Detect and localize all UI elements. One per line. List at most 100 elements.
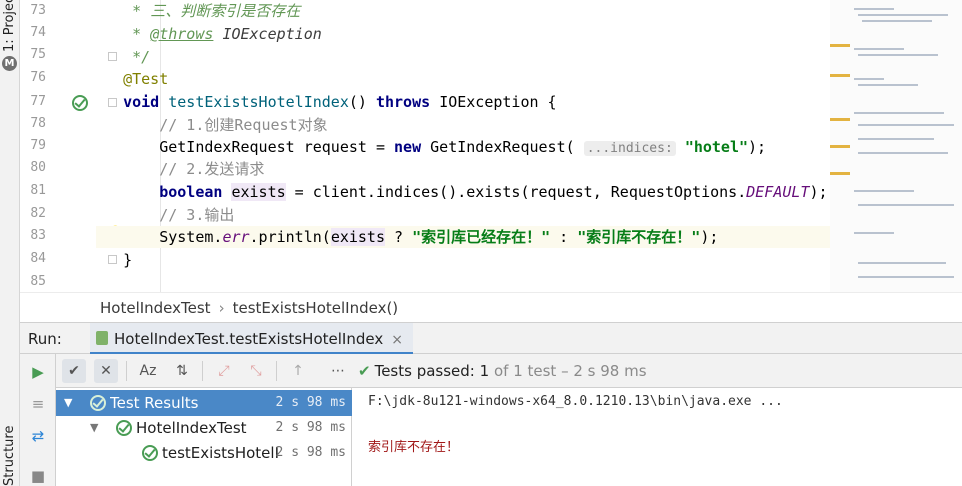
minimap-warning-marker (830, 172, 850, 175)
toolbar-divider (276, 361, 277, 381)
code-line-84: } (123, 251, 133, 269)
run-label: Run: (28, 330, 62, 348)
editor-minimap[interactable] (830, 0, 962, 292)
line-number: 84 (30, 251, 46, 266)
status-passed-label: Tests passed: (374, 362, 475, 380)
run-toolbar: ✔ ✕ Az ⇅ ⤢ ⤡ ↑ ⋯ ✔ Tests passed: 1 of 1 t… (20, 354, 962, 388)
minimap-line (854, 112, 944, 114)
minimap-warning-marker (830, 145, 850, 148)
line-number: 80 (30, 160, 46, 175)
test-results-tree: ▼ Test Results 2 s 98 ms ▼ HotelIndexTes… (56, 388, 352, 486)
line-number: 85 (30, 274, 46, 289)
minimap-line (858, 262, 946, 264)
sort-alpha-icon[interactable]: Az (136, 359, 160, 383)
run-tool-window-header: Run: HotelIndexTest.testExistsHotelIndex… (20, 322, 962, 355)
test-status: ✔ Tests passed: 1 of 1 test – 2 s 98 ms (358, 354, 647, 388)
line-number: 83 (30, 228, 46, 243)
editor-gutter: 73 74 75 76 77 78 79 80 81 82 83 84 85 (20, 0, 117, 292)
minimap-line (854, 232, 894, 234)
code-line-83: System.err.println(exists ? "索引库已经存在！" :… (96, 226, 830, 248)
minimap-line (858, 138, 934, 140)
close-icon[interactable]: × (391, 332, 403, 348)
code-line-74: * @throws IOException (96, 25, 322, 43)
status-of-text: of 1 test (493, 362, 557, 380)
toolbar-divider (202, 361, 203, 381)
console-output[interactable]: F:\jdk-8u121-windows-x64_8.0.1210.13\bin… (352, 388, 962, 486)
minimap-line (858, 276, 954, 278)
run-config-tab[interactable]: HotelIndexTest.testExistsHotelIndex × (90, 323, 413, 355)
run-tab-label: HotelIndexTest.testExistsHotelIndex (114, 330, 384, 348)
minimap-line (854, 78, 884, 80)
chevron-down-icon[interactable]: ▼ (64, 390, 72, 416)
minimap-warning-marker (830, 118, 850, 121)
line-number: 78 (30, 116, 46, 131)
line-number: 76 (30, 70, 46, 85)
minimap-line (858, 124, 954, 126)
check-icon (142, 445, 158, 461)
status-passed-count: 1 (479, 362, 490, 380)
minimap-line (858, 152, 948, 154)
code-line-82: // 3.输出 (159, 206, 235, 224)
code-line-73: * 三、判断索引是否存在 (96, 2, 301, 20)
collapse-icon[interactable]: ⤡ (244, 359, 268, 383)
code-line-75: */ (96, 48, 151, 66)
chevron-down-icon[interactable]: ▼ (90, 415, 98, 441)
console-command: F:\jdk-8u121-windows-x64_8.0.1210.13\bin… (368, 394, 783, 409)
run-side-toolbar: ▶ ≡ ⇄ ■ (20, 354, 56, 486)
line-number: 79 (30, 138, 46, 153)
minimap-warning-marker (830, 44, 850, 47)
tree-node-method[interactable]: testExistsHotelIndex 2 s 98 ms (56, 440, 352, 466)
test-class-icon (96, 331, 108, 345)
tree-node-test-results[interactable]: ▼ Test Results 2 s 98 ms (56, 390, 352, 416)
square-icon[interactable]: ■ (26, 464, 50, 486)
line-number: 82 (30, 206, 46, 221)
expand-icon[interactable]: ⤢ (212, 359, 236, 383)
line-number: 73 (30, 3, 46, 18)
sort-duration-icon[interactable]: ⇅ (170, 359, 194, 383)
toolbar-divider (126, 361, 127, 381)
chevron-right-icon: › (218, 299, 225, 317)
up-icon[interactable]: ↑ (286, 359, 310, 383)
line-number: 81 (30, 183, 46, 198)
left-tool-strip: 1: Project M Structure (0, 0, 20, 486)
minimap-line (858, 84, 918, 86)
check-icon (116, 420, 132, 436)
minimap-warning-marker (830, 74, 850, 77)
show-ignored-button[interactable]: ✕ (94, 359, 118, 383)
code-line-81: boolean exists = client.indices().exists… (159, 183, 828, 201)
status-duration: – 2 s 98 ms (561, 362, 647, 380)
code-line-77: void testExistsHotelIndex() throws IOExc… (123, 93, 557, 111)
maven-icon[interactable]: M (2, 56, 17, 71)
code-line-78: // 1.创建Request对象 (159, 116, 328, 134)
show-passed-button[interactable]: ✔ (62, 359, 86, 383)
more-icon[interactable]: ⋯ (326, 359, 350, 383)
run-test-gutter-icon[interactable] (72, 95, 88, 111)
minimap-line (854, 48, 904, 50)
stop-icon[interactable]: ≡ (26, 392, 50, 416)
run-icon[interactable]: ▶ (26, 360, 50, 384)
breadcrumb-class[interactable]: HotelIndexTest (100, 299, 211, 317)
console-stderr-line: 索引库不存在！ (368, 440, 460, 455)
code-editor[interactable]: * 三、判断索引是否存在 * @throws IOException */ @T… (96, 0, 830, 292)
check-icon (90, 395, 106, 411)
minimap-line (854, 190, 914, 192)
minimap-line (858, 14, 948, 16)
tree-node-class[interactable]: ▼ HotelIndexTest 2 s 98 ms (56, 415, 352, 441)
minimap-line (858, 54, 938, 56)
project-tool-tab[interactable]: 1: Project (2, 0, 17, 52)
structure-tool-tab[interactable]: Structure (2, 426, 17, 486)
line-number: 75 (30, 47, 46, 62)
check-icon: ✔ (358, 362, 371, 380)
minimap-line (862, 20, 932, 22)
code-line-76: @Test (123, 70, 169, 88)
line-number: 77 (30, 94, 46, 109)
minimap-line (858, 204, 954, 206)
code-line-79: GetIndexRequest request = new GetIndexRe… (159, 138, 767, 156)
breadcrumb: HotelIndexTest › testExistsHotelIndex() (20, 292, 962, 322)
parameter-hint: ...indices: (583, 141, 676, 156)
minimap-line (854, 8, 894, 10)
breadcrumb-method[interactable]: testExistsHotelIndex() (233, 299, 399, 317)
code-line-80: // 2.发送请求 (159, 160, 265, 178)
line-number: 74 (30, 25, 46, 40)
toggle-auto-test-icon[interactable]: ⇄ (26, 424, 50, 448)
